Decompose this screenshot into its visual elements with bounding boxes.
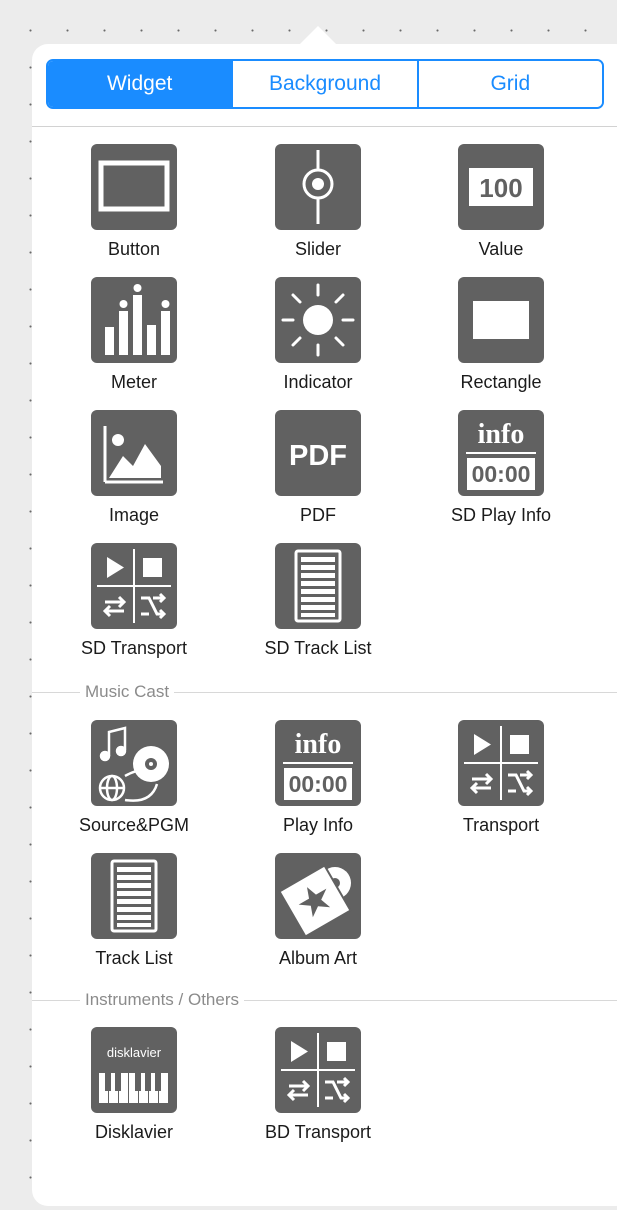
popover-arrow	[298, 26, 338, 46]
disklavier-icon-text: disklavier	[107, 1045, 162, 1060]
widget-sd-track-list-label: SD Track List	[264, 638, 372, 658]
image-icon	[91, 410, 177, 496]
widget-meter[interactable]: Meter	[54, 277, 214, 393]
widget-slider-label: Slider	[294, 239, 342, 259]
mode-segmented-control: Widget Background Grid	[46, 59, 604, 109]
track-list-icon	[275, 543, 361, 629]
widget-sd-play-info-label: SD Play Info	[450, 505, 552, 525]
album-art-icon	[275, 853, 361, 939]
source-music-globe-icon	[91, 720, 177, 806]
widget-sd-transport-label: SD Transport	[80, 638, 188, 658]
tab-widget[interactable]: Widget	[48, 61, 232, 107]
widget-disklavier[interactable]: disklavier Disklavier	[54, 1027, 214, 1143]
widget-rectangle-label: Rectangle	[460, 372, 542, 392]
play-info-icon: info 00:00	[275, 720, 361, 806]
disklavier-piano-icon: disklavier	[91, 1027, 177, 1113]
widget-sd-track-list[interactable]: SD Track List	[238, 543, 398, 659]
widget-indicator-label: Indicator	[283, 372, 353, 392]
widget-meter-label: Meter	[110, 372, 157, 392]
widget-source-pgm[interactable]: Source&PGM	[54, 720, 214, 836]
info-icon-text: info	[295, 729, 342, 760]
track-list-icon	[91, 853, 177, 939]
widget-album-art-label: Album Art	[278, 948, 358, 968]
value-icon-text: 100	[479, 173, 522, 203]
widget-image-label: Image	[108, 505, 160, 525]
widget-palette-popover: Widget Background Grid Button Slider 100…	[32, 44, 617, 1206]
section-music-cast-title: Music Cast	[80, 682, 175, 702]
slider-icon	[275, 144, 361, 230]
widget-button[interactable]: Button	[54, 144, 214, 260]
play-info-icon: info 00:00	[458, 410, 544, 496]
section-music-cast: Music Cast	[32, 682, 617, 702]
widget-pdf[interactable]: PDF PDF	[238, 410, 398, 526]
widget-pdf-label: PDF	[300, 505, 336, 525]
rectangle-icon	[458, 277, 544, 363]
pdf-icon: PDF	[275, 410, 361, 496]
widget-sd-play-info[interactable]: info 00:00 SD Play Info	[421, 410, 581, 526]
meter-bars-icon	[91, 277, 177, 363]
widget-indicator[interactable]: Indicator	[238, 277, 398, 393]
widget-rectangle[interactable]: Rectangle	[421, 277, 581, 393]
time-icon-text: 00:00	[472, 461, 531, 487]
sun-indicator-icon	[275, 277, 361, 363]
widget-track-list-label: Track List	[95, 948, 173, 968]
tab-background[interactable]: Background	[231, 61, 417, 107]
widget-image[interactable]: Image	[54, 410, 214, 526]
widget-source-pgm-label: Source&PGM	[78, 815, 190, 835]
transport-icon	[458, 720, 544, 806]
section-instruments-others-title: Instruments / Others	[80, 990, 244, 1010]
widget-play-info[interactable]: info 00:00 Play Info	[238, 720, 398, 836]
widget-value[interactable]: 100 Value	[421, 144, 581, 260]
button-frame-icon	[91, 144, 177, 230]
transport-icon	[91, 543, 177, 629]
widget-bd-transport[interactable]: BD Transport	[238, 1027, 398, 1143]
widget-sd-transport[interactable]: SD Transport	[54, 543, 214, 659]
widget-disklavier-label: Disklavier	[94, 1122, 173, 1142]
widget-bd-transport-label: BD Transport	[264, 1122, 372, 1142]
tab-grid[interactable]: Grid	[416, 61, 602, 107]
widget-button-label: Button	[107, 239, 161, 259]
section-instruments-others: Instruments / Others	[32, 990, 617, 1010]
widget-transport[interactable]: Transport	[421, 720, 581, 836]
value-100-icon: 100	[458, 144, 544, 230]
widget-track-list[interactable]: Track List	[54, 853, 214, 969]
info-icon-text: info	[478, 419, 525, 450]
time-icon-text: 00:00	[289, 771, 348, 797]
widget-play-info-label: Play Info	[282, 815, 354, 835]
header-divider	[32, 126, 617, 127]
widget-slider[interactable]: Slider	[238, 144, 398, 260]
widget-album-art[interactable]: Album Art	[238, 853, 398, 969]
widget-transport-label: Transport	[462, 815, 540, 835]
widget-value-label: Value	[478, 239, 524, 259]
transport-icon	[275, 1027, 361, 1113]
pdf-icon-text: PDF	[289, 440, 347, 472]
